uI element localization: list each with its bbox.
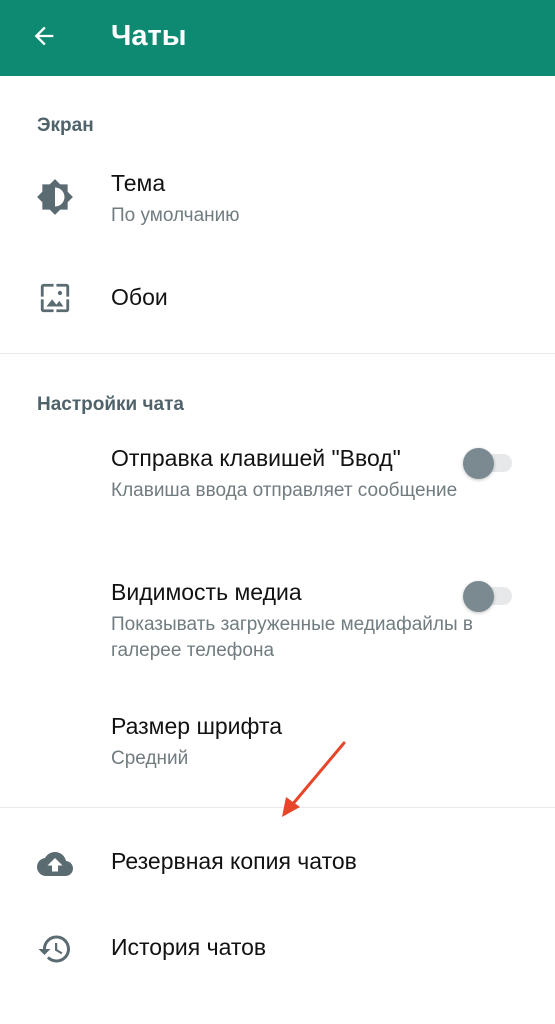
wallpaper-icon (33, 276, 77, 320)
settings-item-media-visibility[interactable]: Видимость медиа Показывать загруженные м… (0, 574, 555, 674)
section-header-chat-settings: Настройки чата (37, 394, 184, 415)
theme-value: По умолчанию (111, 205, 240, 226)
app-bar: Чаты (0, 0, 555, 76)
chat-backup-label: Резервная копия чатов (111, 848, 357, 874)
media-visibility-toggle[interactable] (462, 579, 514, 612)
enter-sends-label: Отправка клавишей "Ввод" (111, 445, 401, 471)
page-title: Чаты (111, 20, 187, 52)
cloud-upload-icon (33, 842, 77, 886)
back-button[interactable] (26, 18, 62, 54)
toggle-thumb (463, 448, 494, 479)
section-header-display: Экран (37, 115, 94, 136)
settings-item-chat-backup[interactable]: Резервная копия чатов (0, 830, 555, 896)
annotation-arrow (282, 741, 346, 817)
media-visibility-description: Показывать загруженные медиафайлы в гале… (111, 614, 474, 661)
settings-item-enter-sends[interactable]: Отправка клавишей "Ввод" Клавиша ввода о… (0, 440, 555, 540)
font-size-label: Размер шрифта (111, 713, 283, 739)
theme-label: Тема (111, 170, 166, 196)
chat-history-label: История чатов (111, 934, 267, 960)
settings-item-theme[interactable]: Тема По умолчанию (0, 160, 555, 240)
theme-brightness-icon (33, 175, 77, 219)
wallpaper-label: Обои (111, 284, 168, 310)
toggle-thumb (463, 581, 494, 612)
settings-item-chat-history[interactable]: История чатов (0, 916, 555, 982)
divider (0, 353, 555, 354)
enter-sends-toggle[interactable] (462, 446, 514, 479)
arrow-left-icon (34, 26, 54, 46)
settings-item-wallpaper[interactable]: Обои (0, 260, 555, 336)
media-visibility-label: Видимость медиа (111, 579, 302, 605)
enter-sends-description: Клавиша ввода отправляет сообщение (111, 480, 458, 501)
history-icon (33, 927, 77, 971)
